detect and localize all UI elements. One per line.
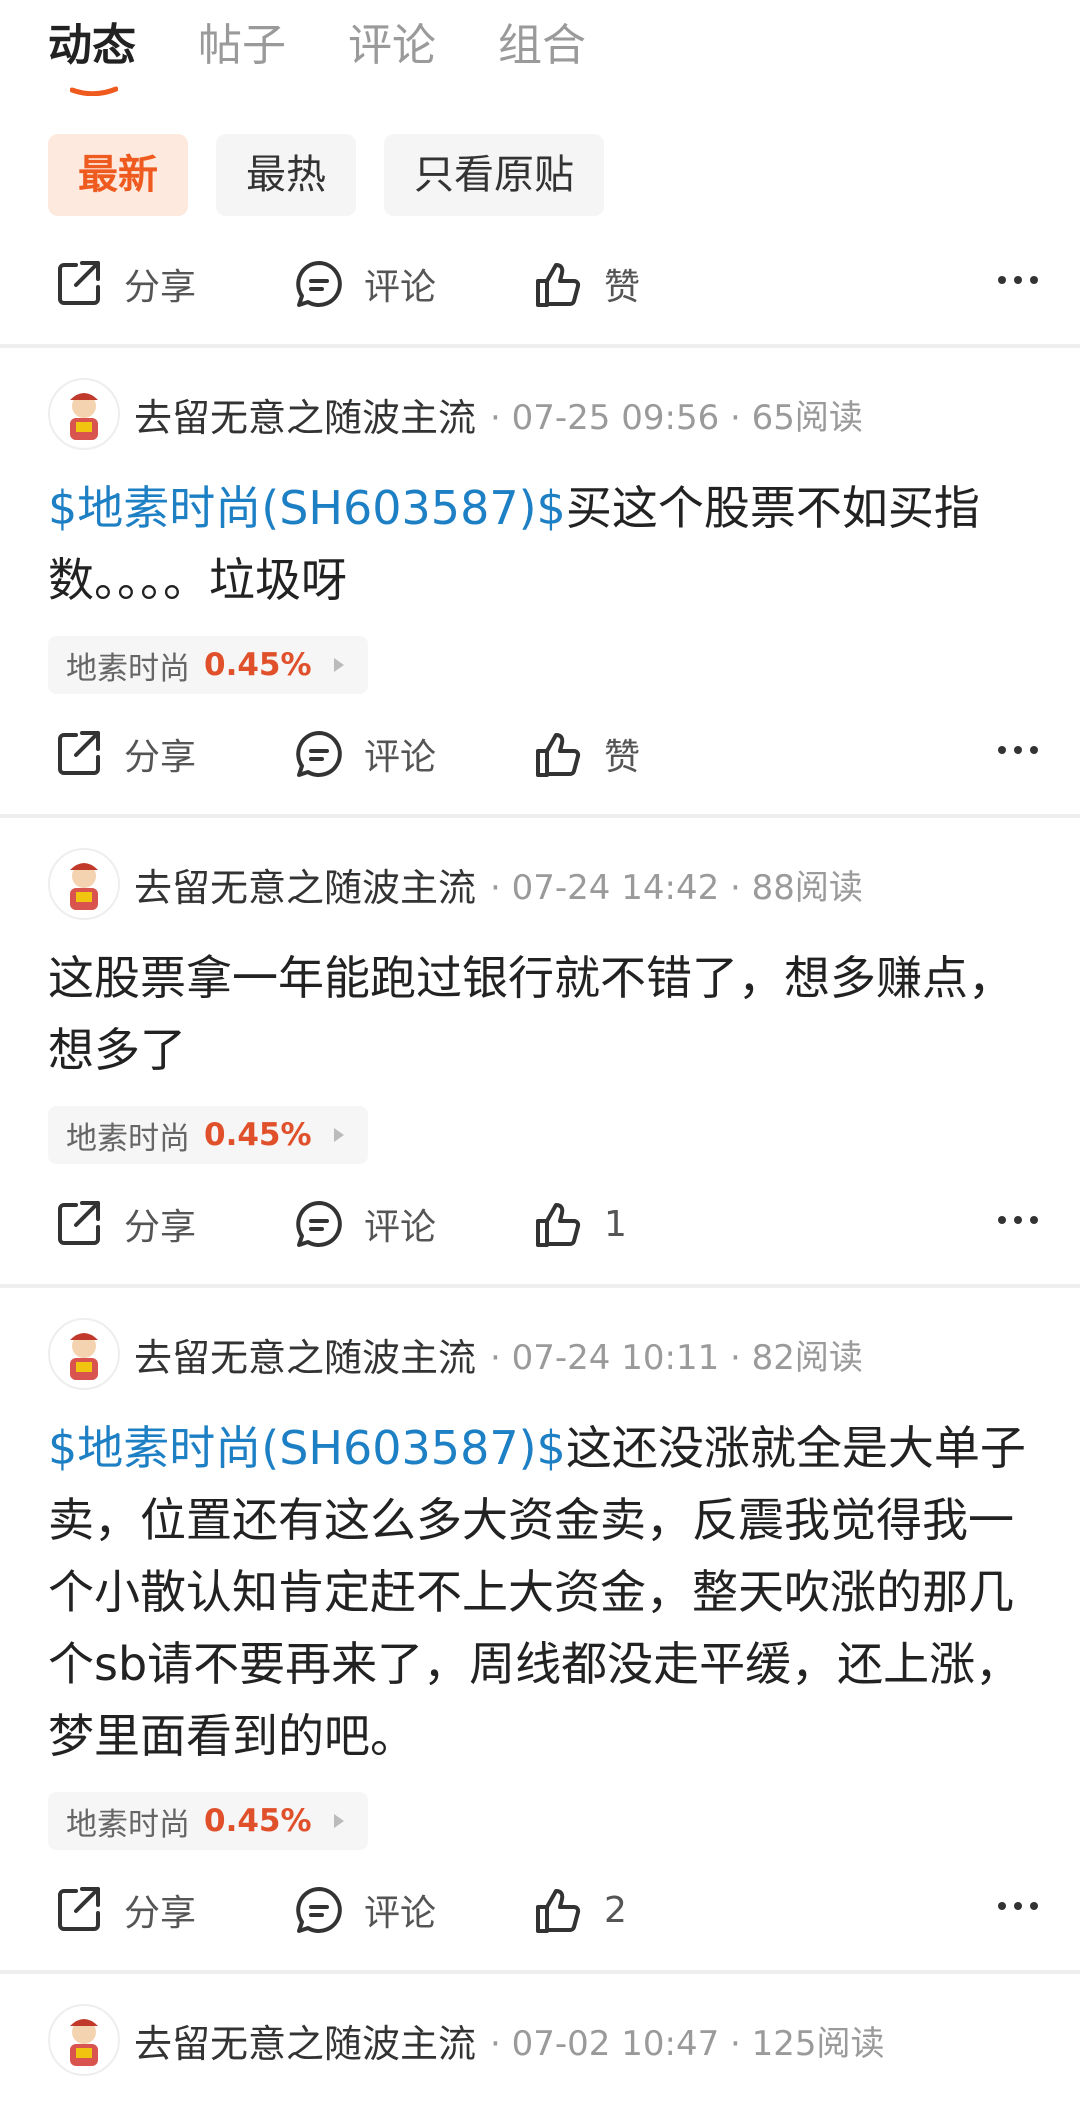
- share-label: 分享: [124, 1893, 197, 1934]
- action-bar: 分享 评论 1: [0, 1164, 1080, 1284]
- share-icon: [58, 1201, 100, 1245]
- like-button[interactable]: 赞: [532, 224, 640, 344]
- author-name[interactable]: 去留无意之随波主流: [134, 1327, 476, 1382]
- share-label: 分享: [124, 737, 197, 778]
- more-button[interactable]: [998, 276, 1038, 284]
- comment-icon: [296, 1201, 342, 1247]
- play-arrow-icon: [333, 1814, 344, 1828]
- post-item[interactable]: 去留无意之随波主流 · 07-24 10:11 · 82阅读 $地素时尚(SH6…: [0, 1302, 1080, 1970]
- tab-dynamics[interactable]: 动态: [48, 16, 136, 76]
- share-icon: [58, 1887, 100, 1931]
- thumbs-up-icon: [536, 733, 581, 777]
- more-button[interactable]: [998, 1216, 1038, 1224]
- divider: [0, 1284, 1080, 1288]
- author-name[interactable]: 去留无意之随波主流: [134, 857, 476, 912]
- stock-tag[interactable]: 地素时尚 0.45%: [48, 1106, 368, 1164]
- stock-change: 0.45%: [204, 647, 312, 683]
- filter-hottest[interactable]: 最热: [216, 134, 356, 216]
- tab-bar: 动态 帖子 评论 组合: [0, 0, 1080, 104]
- more-button[interactable]: [998, 1902, 1038, 1910]
- post-header: 去留无意之随波主流 · 07-24 10:11 · 82阅读: [0, 1302, 1080, 1406]
- play-arrow-icon: [333, 1128, 344, 1142]
- avatar[interactable]: [48, 848, 120, 920]
- filter-original-only[interactable]: 只看原贴: [384, 134, 604, 216]
- like-label: 赞: [604, 267, 641, 308]
- action-bar: 分享 评论 赞: [0, 694, 1080, 814]
- like-button[interactable]: 赞: [532, 694, 640, 814]
- share-button[interactable]: 分享: [52, 1850, 196, 1970]
- comment-label: 评论: [364, 737, 437, 778]
- post-text: 这股票拿一年能跑过银行就不错了，想多赚点，想多了: [0, 942, 1080, 1086]
- divider: [0, 344, 1080, 348]
- comment-button[interactable]: 评论: [292, 224, 436, 344]
- stock-name: 地素时尚: [66, 1806, 190, 1843]
- avatar[interactable]: [48, 378, 120, 450]
- like-button[interactable]: 2: [532, 1850, 627, 1970]
- comment-label: 评论: [364, 1207, 437, 1248]
- share-icon: [58, 261, 100, 305]
- tab-portfolio[interactable]: 组合: [498, 16, 586, 76]
- active-tab-indicator: [70, 86, 118, 96]
- thumbs-up-icon: [536, 1203, 581, 1247]
- comment-label: 评论: [364, 1893, 437, 1934]
- comment-icon: [296, 731, 342, 777]
- comment-button[interactable]: 评论: [292, 1164, 436, 1284]
- comment-icon: [296, 1887, 342, 1933]
- post-header: 去留无意之随波主流 · 07-24 14:42 · 88阅读: [0, 832, 1080, 936]
- post-text: $地素时尚(SH603587)$这还没涨就全是大单子卖，位置还有这么多大资金卖，…: [0, 1412, 1080, 1772]
- more-button[interactable]: [998, 746, 1038, 754]
- like-count: 2: [604, 1889, 627, 1931]
- avatar[interactable]: [48, 2004, 120, 2076]
- filter-latest[interactable]: 最新: [48, 134, 188, 216]
- post-meta: · 07-02 10:47 · 125阅读: [490, 2023, 885, 2064]
- comment-button[interactable]: 评论: [292, 694, 436, 814]
- action-bar: 分享 评论 2: [0, 1850, 1080, 1970]
- play-arrow-icon: [333, 658, 344, 672]
- like-count: 赞: [604, 737, 641, 778]
- post-item[interactable]: 去留无意之随波主流 · 07-02 10:47 · 125阅读: [0, 1988, 1080, 2092]
- stock-change: 0.45%: [204, 1117, 312, 1153]
- post-header: 去留无意之随波主流 · 07-25 09:56 · 65阅读: [0, 362, 1080, 466]
- share-button[interactable]: 分享: [52, 694, 196, 814]
- stock-name: 地素时尚: [66, 1120, 190, 1157]
- comment-icon: [296, 261, 342, 307]
- share-label: 分享: [124, 267, 197, 308]
- avatar[interactable]: [48, 1318, 120, 1390]
- post-header: 去留无意之随波主流 · 07-02 10:47 · 125阅读: [0, 1988, 1080, 2092]
- post-meta: · 07-25 09:56 · 65阅读: [490, 397, 863, 438]
- author-name[interactable]: 去留无意之随波主流: [134, 387, 476, 442]
- divider: [0, 1970, 1080, 1974]
- stock-change: 0.45%: [204, 1803, 312, 1839]
- stock-tag[interactable]: 地素时尚 0.45%: [48, 636, 368, 694]
- post-text: $地素时尚(SH603587)$买这个股票不如买指数。。。。垃圾呀: [0, 472, 1080, 616]
- post-meta: · 07-24 14:42 · 88阅读: [490, 867, 863, 908]
- stock-name: 地素时尚: [66, 650, 190, 687]
- tab-comments[interactable]: 评论: [348, 16, 436, 76]
- thumbs-up-icon: [536, 263, 581, 307]
- post-item[interactable]: 去留无意之随波主流 · 07-25 09:56 · 65阅读 $地素时尚(SH6…: [0, 362, 1080, 814]
- comment-button[interactable]: 评论: [292, 1850, 436, 1970]
- share-button[interactable]: 分享: [52, 224, 196, 344]
- divider: [0, 814, 1080, 818]
- tab-posts[interactable]: 帖子: [198, 16, 286, 76]
- share-label: 分享: [124, 1207, 197, 1248]
- stock-ticker-link[interactable]: $地素时尚(SH603587)$: [48, 481, 566, 535]
- post-meta: · 07-24 10:11 · 82阅读: [490, 1337, 863, 1378]
- thumbs-up-icon: [536, 1889, 581, 1933]
- share-button[interactable]: 分享: [52, 1164, 196, 1284]
- like-button[interactable]: 1: [532, 1164, 627, 1284]
- stock-ticker-link[interactable]: $地素时尚(SH603587)$: [48, 1421, 566, 1475]
- author-name[interactable]: 去留无意之随波主流: [134, 2013, 476, 2068]
- share-icon: [58, 731, 100, 775]
- post-item[interactable]: 去留无意之随波主流 · 07-24 14:42 · 88阅读 这股票拿一年能跑过…: [0, 832, 1080, 1284]
- comment-label: 评论: [364, 267, 437, 308]
- like-count: 1: [604, 1203, 627, 1245]
- stock-tag[interactable]: 地素时尚 0.45%: [48, 1792, 368, 1850]
- filter-bar: 最新 最热 只看原贴: [0, 104, 1080, 224]
- action-bar: 分享 评论 赞: [0, 224, 1080, 344]
- post-content: 这股票拿一年能跑过银行就不错了，想多赚点，想多了: [48, 951, 1014, 1077]
